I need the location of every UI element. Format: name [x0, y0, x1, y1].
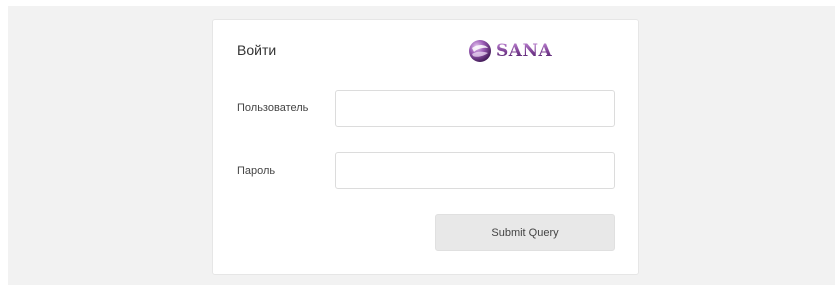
password-input[interactable]	[335, 152, 615, 189]
username-input[interactable]	[335, 90, 615, 127]
submit-button[interactable]: Submit Query	[435, 214, 615, 251]
brand-logo: SANA	[468, 39, 552, 63]
password-label: Пароль	[237, 165, 276, 177]
sana-globe-icon	[469, 40, 491, 62]
login-title: Войти	[237, 42, 277, 58]
brand-wordmark: SANA	[496, 41, 553, 61]
login-card: Войти SANA Пользователь Пароль Submit Qu…	[212, 19, 639, 275]
username-label: Пользователь	[237, 102, 309, 114]
